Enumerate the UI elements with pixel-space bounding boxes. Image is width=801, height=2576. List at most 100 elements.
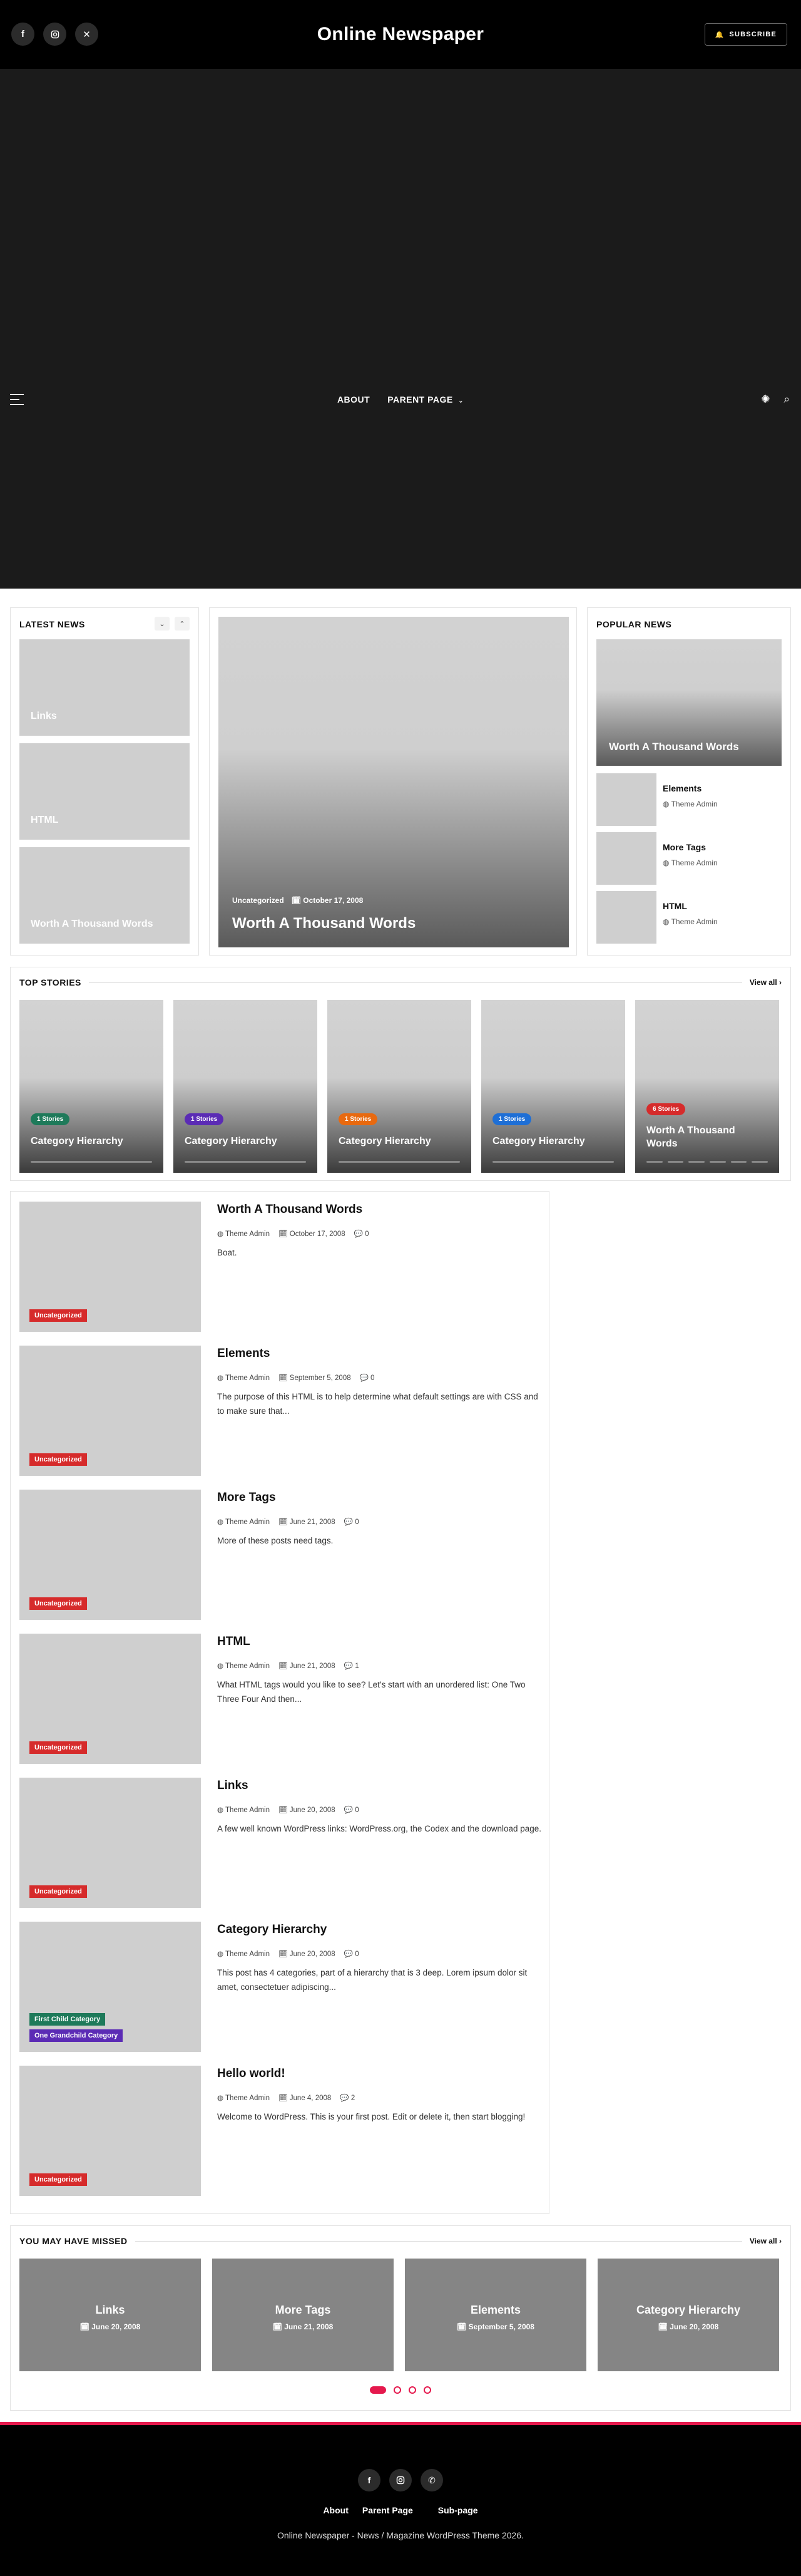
post-thumbnail[interactable]: Uncategorized <box>19 1202 201 1332</box>
popular-item[interactable]: HTML ◍ Theme Admin <box>596 891 790 944</box>
date-text: June 21, 2008 <box>284 2322 334 2331</box>
category-tag[interactable]: Uncategorized <box>29 1453 87 1466</box>
popular-item[interactable]: More Tags ◍ Theme Admin <box>596 832 790 885</box>
post-thumbnail[interactable]: First Child Category One Grandchild Categ… <box>19 1922 201 2052</box>
missed-card[interactable]: Links 🗓 June 20, 2008 <box>19 2259 201 2371</box>
instagram-icon[interactable] <box>389 2469 412 2491</box>
story-card[interactable]: 1 Stories Category Hierarchy <box>173 1000 317 1173</box>
carousel-dot[interactable] <box>370 2386 386 2394</box>
post-title[interactable]: HTML <box>217 1635 250 1649</box>
facebook-icon[interactable]: f <box>358 2469 380 2491</box>
missed-card[interactable]: Elements 🗓 September 5, 2008 <box>405 2259 586 2371</box>
post-author[interactable]: ◍ Theme Admin <box>217 2093 270 2102</box>
top-stories-view-all[interactable]: View all › <box>750 978 782 987</box>
latest-news-item[interactable]: Worth A Thousand Words <box>19 847 190 944</box>
category-tag[interactable]: Uncategorized <box>29 1309 87 1322</box>
footer-link-sub-page[interactable]: Sub-page <box>438 2505 478 2515</box>
story-count-badge: 1 Stories <box>185 1113 224 1125</box>
carousel-dot[interactable] <box>424 2386 431 2394</box>
category-tag[interactable]: Uncategorized <box>29 2173 87 2186</box>
story-title: Worth A Thousand Words <box>646 1125 735 1149</box>
post-date[interactable]: 🗓 June 4, 2008 <box>278 2093 331 2102</box>
missed-view-all[interactable]: View all › <box>750 2237 782 2245</box>
latest-news-item[interactable]: Links <box>19 639 190 736</box>
comment-icon: 💬 <box>344 1518 355 1526</box>
popular-item[interactable]: Elements ◍ Theme Admin <box>596 773 790 826</box>
category-tag[interactable]: Uncategorized <box>29 1597 87 1610</box>
post-comments[interactable]: 💬 0 <box>344 1805 359 1814</box>
featured-image[interactable]: Uncategorized 🗓 October 17, 2008 Worth A… <box>218 617 569 947</box>
post-comments[interactable]: 💬 0 <box>344 1517 359 1526</box>
missed-card[interactable]: Category Hierarchy 🗓 June 20, 2008 <box>598 2259 779 2371</box>
post-title[interactable]: Elements <box>217 1347 270 1361</box>
post-thumbnail[interactable]: Uncategorized <box>19 1490 201 1620</box>
carousel-dot[interactable] <box>409 2386 416 2394</box>
search-icon[interactable]: ⌕ <box>783 393 790 406</box>
story-card[interactable]: 1 Stories Category Hierarchy <box>481 1000 625 1173</box>
post-comments[interactable]: 💬 0 <box>344 1949 359 1958</box>
post-title[interactable]: Worth A Thousand Words <box>217 1203 362 1217</box>
featured-title[interactable]: Worth A Thousand Words <box>232 915 416 932</box>
instagram-icon[interactable] <box>43 23 66 46</box>
post-comments[interactable]: 💬 0 <box>360 1373 375 1382</box>
category-tag[interactable]: First Child Category <box>29 2013 106 2026</box>
category-tag[interactable]: Uncategorized <box>29 1741 87 1754</box>
post-title[interactable]: Hello world! <box>217 2067 285 2081</box>
post-date[interactable]: 🗓 June 21, 2008 <box>278 1517 335 1526</box>
carousel-dot[interactable] <box>394 2386 401 2394</box>
footer-link-parent-page[interactable]: Parent Page <box>362 2505 413 2515</box>
story-card[interactable]: 1 Stories Category Hierarchy <box>19 1000 163 1173</box>
post-title[interactable]: Category Hierarchy <box>217 1923 327 1937</box>
chevron-up-icon[interactable]: ⌃ <box>175 617 190 631</box>
missed-card-date: 🗓 June 21, 2008 <box>212 2322 394 2331</box>
category-tag[interactable]: One Grandchild Category <box>29 2029 123 2042</box>
post-author[interactable]: ◍ Theme Admin <box>217 1517 270 1526</box>
x-twitter-icon[interactable]: ✕ <box>75 23 98 46</box>
footer-link-about[interactable]: About <box>323 2505 348 2515</box>
latest-news-item[interactable]: HTML <box>19 743 190 840</box>
post-comments[interactable]: 💬 2 <box>340 2093 355 2102</box>
facebook-icon[interactable]: f <box>11 23 34 46</box>
theme-toggle-icon[interactable]: ✺ <box>761 393 770 406</box>
chevron-down-icon[interactable]: ⌄ <box>155 617 170 631</box>
post-title[interactable]: Links <box>217 1779 248 1793</box>
site-title[interactable]: Online Newspaper <box>317 24 484 45</box>
post-date[interactable]: 🗓 June 21, 2008 <box>278 1661 335 1670</box>
menu-icon[interactable] <box>10 394 24 405</box>
post-author[interactable]: ◍ Theme Admin <box>217 1373 270 1382</box>
post-excerpt: Boat. <box>217 1248 237 1257</box>
whatsapp-icon[interactable]: ✆ <box>421 2469 443 2491</box>
popular-item-author: ◍ Theme Admin <box>663 800 718 808</box>
post-author[interactable]: ◍ Theme Admin <box>217 1229 270 1238</box>
post-date[interactable]: 🗓 October 17, 2008 <box>278 1229 345 1238</box>
popular-hero[interactable]: Worth A Thousand Words <box>596 639 782 766</box>
post-title[interactable]: More Tags <box>217 1491 276 1505</box>
subscribe-button[interactable]: 🔔 SUBSCRIBE <box>704 23 787 46</box>
calendar-icon: 🗓 <box>278 1374 290 1382</box>
post-excerpt: The purpose of this HTML is to help dete… <box>217 1392 538 1416</box>
story-card[interactable]: 6 Stories Worth A Thousand Words <box>635 1000 779 1173</box>
missed-card[interactable]: More Tags 🗓 June 21, 2008 <box>212 2259 394 2371</box>
post-author[interactable]: ◍ Theme Admin <box>217 1805 270 1814</box>
post-date[interactable]: 🗓 September 5, 2008 <box>278 1373 351 1382</box>
post-author[interactable]: ◍ Theme Admin <box>217 1949 270 1958</box>
post-author[interactable]: ◍ Theme Admin <box>217 1661 270 1670</box>
user-icon: ◍ <box>663 858 671 867</box>
post-comments[interactable]: 💬 1 <box>344 1661 359 1670</box>
hero-banner: ABOUT PARENT PAGE ⌄ ✺ ⌕ <box>0 69 801 589</box>
author-text: Theme Admin <box>225 1806 270 1814</box>
missed-card-date: 🗓 September 5, 2008 <box>405 2322 586 2331</box>
missed-header: YOU MAY HAVE MISSED View all › <box>19 2236 782 2246</box>
nav-item-parent-page[interactable]: PARENT PAGE ⌄ <box>387 394 464 404</box>
post-thumbnail[interactable]: Uncategorized <box>19 2066 201 2196</box>
post-date[interactable]: 🗓 June 20, 2008 <box>278 1805 335 1814</box>
post-date[interactable]: 🗓 June 20, 2008 <box>278 1949 335 1958</box>
featured-category[interactable]: Uncategorized <box>232 896 284 905</box>
post-comments[interactable]: 💬 0 <box>354 1229 369 1238</box>
category-tag[interactable]: Uncategorized <box>29 1885 87 1898</box>
post-thumbnail[interactable]: Uncategorized <box>19 1778 201 1908</box>
post-thumbnail[interactable]: Uncategorized <box>19 1634 201 1764</box>
post-thumbnail[interactable]: Uncategorized <box>19 1346 201 1476</box>
story-card[interactable]: 1 Stories Category Hierarchy <box>327 1000 471 1173</box>
nav-item-about[interactable]: ABOUT <box>337 394 370 404</box>
